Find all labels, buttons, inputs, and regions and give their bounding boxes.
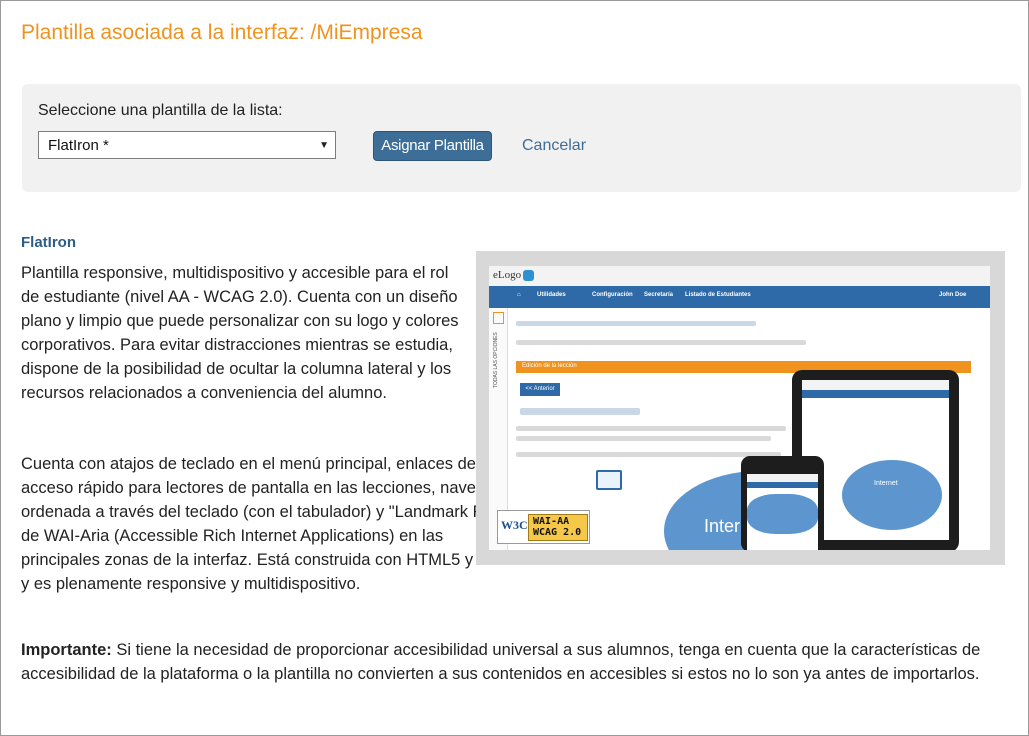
preview-user: John Doe bbox=[939, 292, 967, 298]
template-select[interactable]: FlatIron * ▼ bbox=[38, 131, 336, 159]
preview-prev-button: << Anterior bbox=[520, 383, 560, 396]
preview-blur-line bbox=[516, 452, 781, 457]
wcag-badge: W3C WAI-AA WCAG 2.0 bbox=[497, 510, 590, 544]
preview-screen: eLogo ⌂ Utilidades Configuración Secreta… bbox=[489, 266, 990, 550]
template-preview-image: eLogo ⌂ Utilidades Configuración Secreta… bbox=[476, 251, 1005, 565]
main-frame: Plantilla asociada a la interfaz: /MiEmp… bbox=[0, 0, 1029, 736]
preview-nav-item: Utilidades bbox=[537, 292, 566, 298]
preview-nav-item: Configuración bbox=[592, 292, 633, 298]
assign-template-button[interactable]: Asignar Plantilla bbox=[373, 131, 492, 161]
preview-blur-title bbox=[520, 408, 640, 415]
preview-blur-line bbox=[516, 426, 786, 431]
template-selection-panel: Seleccione una plantilla de la lista: Fl… bbox=[22, 84, 1021, 192]
template-select-value: FlatIron * bbox=[48, 137, 109, 154]
preview-blur-subheading bbox=[516, 340, 806, 345]
preview-navbar: ⌂ Utilidades Configuración Secretaría Li… bbox=[489, 286, 990, 308]
home-icon: ⌂ bbox=[517, 292, 521, 298]
preview-blur-heading bbox=[516, 321, 756, 326]
preview-logo: eLogo bbox=[493, 269, 535, 281]
template-description-2: Cuenta con atajos de teclado en el menú … bbox=[21, 455, 526, 593]
page-title: Plantilla asociada a la interfaz: /MiEmp… bbox=[21, 21, 423, 44]
preview-blur-line bbox=[516, 436, 771, 441]
preview-topbar: eLogo bbox=[489, 266, 990, 286]
w3c-logo: W3C bbox=[501, 518, 528, 532]
preview-side-label: TODAS LAS OPCIONES bbox=[493, 332, 499, 388]
template-name-heading: FlatIron bbox=[21, 234, 76, 251]
wai-aa-badge: WAI-AA WCAG 2.0 bbox=[528, 514, 588, 541]
preview-nav-item: Listado de Estudiantes bbox=[685, 292, 751, 298]
select-label: Seleccione una plantilla de la lista: bbox=[38, 102, 283, 119]
internet-cloud-small: Internet bbox=[842, 460, 942, 530]
template-description-1: Plantilla responsive, multidispositivo y… bbox=[21, 264, 459, 402]
important-note: Importante: Si tiene la necesidad de pro… bbox=[21, 638, 1016, 686]
logo-mark-icon bbox=[523, 269, 535, 281]
tablet-screen: Internet bbox=[802, 380, 949, 540]
dropdown-arrow-icon: ▼ bbox=[319, 140, 329, 151]
phone-device bbox=[741, 456, 824, 550]
important-text: Si tiene la necesidad de proporcionar ac… bbox=[21, 641, 981, 683]
preview-nav-item: Secretaría bbox=[644, 292, 674, 298]
computer-icon bbox=[596, 470, 622, 490]
cancel-link[interactable]: Cancelar bbox=[522, 137, 586, 155]
phone-screen bbox=[747, 474, 818, 550]
important-label: Importante: bbox=[21, 641, 112, 659]
menu-icon bbox=[493, 312, 504, 324]
